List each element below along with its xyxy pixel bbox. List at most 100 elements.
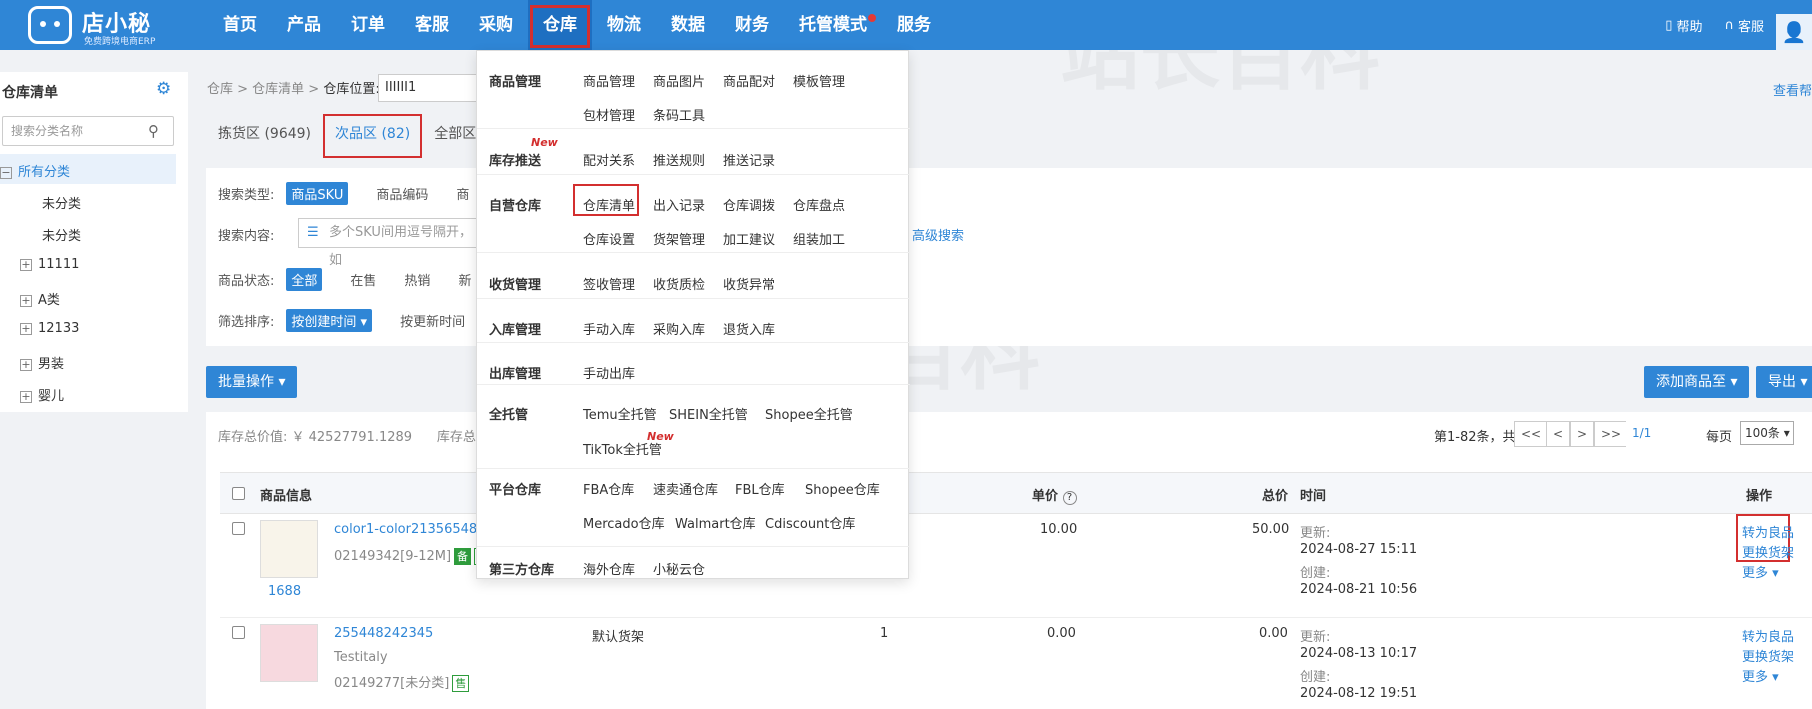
product-thumbnail[interactable] bbox=[260, 520, 318, 578]
convert-good-link[interactable]: 转为良品 bbox=[1742, 522, 1794, 541]
menu-item[interactable]: 商品图片 bbox=[653, 71, 705, 90]
menu-item[interactable]: 推送记录 bbox=[723, 150, 775, 169]
nav-item-managed-mode[interactable]: 托管模式 bbox=[784, 0, 882, 50]
nav-item-logistics[interactable]: 物流 bbox=[592, 0, 656, 50]
location-input[interactable]: IIIIII1 bbox=[378, 74, 478, 102]
product-thumbnail[interactable] bbox=[260, 624, 318, 682]
row-checkbox[interactable] bbox=[232, 522, 245, 535]
menu-item[interactable]: 仓库盘点 bbox=[793, 195, 845, 214]
menu-item[interactable]: Shopee仓库 bbox=[805, 479, 880, 498]
collapse-icon[interactable]: − bbox=[0, 166, 12, 179]
menu-item-warehouse-list[interactable]: 仓库清单 bbox=[583, 195, 635, 214]
menu-item[interactable]: 商品配对 bbox=[723, 71, 775, 90]
menu-item[interactable]: 仓库调拨 bbox=[723, 195, 775, 214]
nav-item-products[interactable]: 产品 bbox=[272, 0, 336, 50]
tree-item[interactable]: 未分类 bbox=[42, 193, 81, 212]
filter-option[interactable]: 全部 bbox=[286, 268, 323, 291]
nav-item-finance[interactable]: 财务 bbox=[720, 0, 784, 50]
menu-item[interactable]: 收货质检 bbox=[653, 274, 705, 293]
sku-search-input[interactable]: ☰ 多个SKU间用逗号隔开，如 bbox=[298, 218, 478, 268]
menu-item[interactable]: Mercado仓库 bbox=[583, 513, 665, 532]
convert-good-link[interactable]: 转为良品 bbox=[1742, 626, 1794, 645]
more-link[interactable]: 更多 ▾ bbox=[1742, 666, 1779, 685]
menu-item[interactable]: 组装加工 bbox=[793, 229, 845, 248]
menu-item[interactable]: 签收管理 bbox=[583, 274, 635, 293]
expand-icon[interactable]: + bbox=[20, 322, 32, 335]
question-icon[interactable]: ? bbox=[1062, 491, 1077, 505]
user-avatar-icon[interactable]: 👤 bbox=[1776, 14, 1812, 50]
breadcrumb-part[interactable]: 仓库清单 > bbox=[252, 82, 319, 97]
nav-item-purchase[interactable]: 采购 bbox=[464, 0, 528, 50]
app-logo[interactable]: 店小秘 免费跨境电商ERP bbox=[28, 6, 158, 47]
more-link[interactable]: 更多 ▾ bbox=[1742, 562, 1779, 581]
nav-item-data[interactable]: 数据 bbox=[656, 0, 720, 50]
menu-item[interactable]: Walmart仓库 bbox=[675, 513, 756, 532]
filter-option[interactable]: 新 bbox=[458, 270, 471, 289]
select-all-checkbox[interactable] bbox=[232, 487, 245, 500]
nav-item-service[interactable]: 客服 bbox=[400, 0, 464, 50]
search-icon[interactable]: ⚲ bbox=[148, 122, 159, 140]
tree-item[interactable]: + A类 bbox=[20, 289, 60, 308]
menu-item[interactable]: 配对关系 bbox=[583, 150, 635, 169]
menu-item[interactable]: 模板管理 bbox=[793, 71, 845, 90]
filter-option[interactable]: 商品编码 bbox=[376, 184, 428, 203]
tab-picking-zone[interactable]: 拣货区 (9649) bbox=[206, 114, 323, 154]
menu-item[interactable]: 出入记录 bbox=[653, 195, 705, 214]
menu-item[interactable]: 手动出库 bbox=[583, 363, 635, 382]
menu-item[interactable]: 仓库设置 bbox=[583, 229, 635, 248]
add-product-button[interactable]: 添加商品至 ▾ bbox=[1644, 366, 1750, 398]
tree-item[interactable]: 未分类 bbox=[42, 225, 81, 244]
menu-item[interactable]: 推送规则 bbox=[653, 150, 705, 169]
batch-action-button[interactable]: 批量操作 ▾ bbox=[206, 366, 298, 398]
filter-option[interactable]: 在售 bbox=[350, 270, 376, 289]
menu-item[interactable]: FBL仓库 bbox=[735, 479, 785, 498]
change-shelf-link[interactable]: 更换货架 bbox=[1742, 646, 1794, 665]
tree-item[interactable]: +12133 bbox=[20, 321, 79, 336]
menu-item[interactable]: 条码工具 bbox=[653, 105, 705, 124]
menu-item[interactable]: 加工建议 bbox=[723, 229, 775, 248]
gear-icon[interactable]: ⚙ bbox=[156, 80, 174, 98]
row-checkbox[interactable] bbox=[232, 626, 245, 639]
menu-item[interactable]: SHEIN全托管 bbox=[669, 404, 748, 423]
breadcrumb-part[interactable]: 仓库 > bbox=[207, 82, 248, 97]
tree-item[interactable]: + 男装 bbox=[20, 353, 64, 372]
filter-option[interactable]: 热销 bbox=[404, 270, 430, 289]
last-page-button[interactable]: >> bbox=[1594, 421, 1629, 447]
change-shelf-link[interactable]: 更换货架 bbox=[1742, 542, 1794, 561]
tree-item[interactable]: +11111 bbox=[20, 257, 79, 272]
view-help-link[interactable]: 查看帮 bbox=[1773, 80, 1812, 99]
next-page-button[interactable]: > bbox=[1570, 421, 1595, 447]
menu-item[interactable]: 小秘云仓 bbox=[653, 559, 705, 578]
menu-item[interactable]: 货架管理 bbox=[653, 229, 705, 248]
nav-item-orders[interactable]: 订单 bbox=[336, 0, 400, 50]
tab-defective-zone[interactable]: 次品区 (82) bbox=[323, 114, 423, 158]
source-link[interactable]: 1688 bbox=[268, 584, 301, 599]
menu-item[interactable]: Shopee全托管 bbox=[765, 404, 853, 423]
first-page-button[interactable]: << bbox=[1514, 421, 1549, 447]
menu-item[interactable]: FBA仓库 bbox=[583, 479, 634, 498]
expand-icon[interactable]: + bbox=[20, 358, 32, 371]
prev-page-button[interactable]: < bbox=[1546, 421, 1571, 447]
sort-option[interactable]: 按创建时间 ▾ bbox=[286, 309, 373, 332]
menu-item[interactable]: 收货异常 bbox=[723, 274, 775, 293]
filter-option[interactable]: 商 bbox=[456, 184, 469, 203]
menu-item[interactable]: 速卖通仓库 bbox=[653, 479, 718, 498]
menu-item[interactable]: 海外仓库 bbox=[583, 559, 635, 578]
per-page-select[interactable]: 100条 ▾ bbox=[1740, 421, 1794, 445]
menu-item[interactable]: Cdiscount仓库 bbox=[765, 513, 855, 532]
menu-item[interactable]: Temu全托管 bbox=[583, 404, 657, 423]
advanced-search-link[interactable]: 高级搜索 bbox=[912, 225, 964, 244]
tree-item[interactable]: + 婴儿 bbox=[20, 385, 64, 404]
menu-item[interactable]: 采购入库 bbox=[653, 319, 705, 338]
nav-item-home[interactable]: 首页 bbox=[208, 0, 272, 50]
sort-option[interactable]: 按更新时间 bbox=[400, 311, 465, 330]
product-title-link[interactable]: 255448242345 bbox=[334, 626, 433, 641]
menu-item[interactable]: 商品管理 bbox=[583, 71, 635, 90]
menu-item[interactable]: 退货入库 bbox=[723, 319, 775, 338]
menu-item[interactable]: 包材管理 bbox=[583, 105, 635, 124]
expand-icon[interactable]: + bbox=[20, 390, 32, 403]
nav-item-services[interactable]: 服务 bbox=[882, 0, 946, 50]
menu-item[interactable]: 手动入库 bbox=[583, 319, 635, 338]
nav-item-warehouse[interactable]: 仓库 bbox=[528, 0, 592, 50]
expand-icon[interactable]: + bbox=[20, 294, 32, 307]
